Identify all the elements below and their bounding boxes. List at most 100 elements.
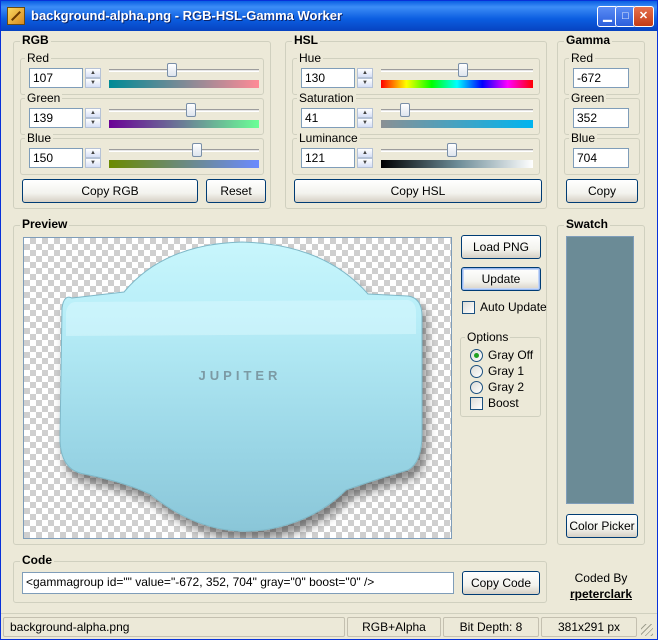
radio-circle[interactable] bbox=[470, 349, 483, 362]
spin-down-icon[interactable]: ▼ bbox=[357, 118, 373, 128]
copy-hsl-button[interactable]: Copy HSL bbox=[294, 179, 542, 203]
luminance-input[interactable]: 121 bbox=[301, 148, 355, 168]
app-window: background-alpha.png - RGB-HSL-Gamma Wor… bbox=[0, 0, 658, 640]
status-bit-depth: Bit Depth: 8 bbox=[443, 617, 539, 637]
saturation-slider[interactable] bbox=[381, 103, 533, 130]
radio-circle[interactable] bbox=[470, 365, 483, 378]
gamma-green-label: Green bbox=[569, 91, 607, 105]
gamma-red-input[interactable]: -672 bbox=[573, 68, 629, 88]
red-slider[interactable] bbox=[109, 63, 259, 90]
green-input[interactable]: 139 bbox=[29, 108, 83, 128]
code-output-field[interactable]: <gammagroup id="" value="-672, 352, 704"… bbox=[22, 572, 454, 594]
green-label: Green bbox=[25, 91, 63, 105]
slider-thumb[interactable] bbox=[400, 103, 411, 117]
copy-code-button[interactable]: Copy Code bbox=[462, 571, 540, 595]
code-group: Code <gammagroup id="" value="-672, 352,… bbox=[13, 553, 547, 603]
saturation-spinner[interactable]: ▲ ▼ bbox=[357, 108, 373, 128]
slider-track bbox=[109, 109, 259, 112]
spin-up-icon[interactable]: ▲ bbox=[357, 108, 373, 118]
luminance-gradient bbox=[381, 160, 533, 168]
radio-circle[interactable] bbox=[470, 381, 483, 394]
hue-box: Hue 130 ▲ ▼ bbox=[292, 51, 540, 95]
reset-button[interactable]: Reset bbox=[206, 179, 266, 203]
copy-rgb-button[interactable]: Copy RGB bbox=[22, 179, 198, 203]
gray-1-label: Gray 1 bbox=[488, 364, 525, 378]
green-slider[interactable] bbox=[109, 103, 259, 130]
window-title: background-alpha.png - RGB-HSL-Gamma Wor… bbox=[31, 8, 343, 23]
gamma-red-box: Red -672 bbox=[564, 51, 640, 95]
load-png-button[interactable]: Load PNG bbox=[461, 235, 541, 259]
update-button[interactable]: Update bbox=[461, 267, 541, 291]
rgb-group: RGB Red 107 ▲ ▼ Green 139 ▲ ▼ Blue 150 ▲… bbox=[13, 33, 271, 209]
rgb-group-title: RGB bbox=[20, 33, 51, 47]
red-input[interactable]: 107 bbox=[29, 68, 83, 88]
red-gradient bbox=[109, 80, 259, 88]
copy-gamma-button[interactable]: Copy bbox=[566, 179, 638, 203]
blue-input[interactable]: 150 bbox=[29, 148, 83, 168]
gamma-group: Gamma Red -672 Green 352 Blue 704 Copy bbox=[557, 33, 645, 209]
saturation-input[interactable]: 41 bbox=[301, 108, 355, 128]
preview-image: JUPITER bbox=[59, 241, 423, 532]
luminance-slider[interactable] bbox=[381, 143, 533, 170]
blue-spinner[interactable]: ▲ ▼ bbox=[85, 148, 101, 168]
spin-up-icon[interactable]: ▲ bbox=[85, 68, 101, 78]
slider-thumb[interactable] bbox=[447, 143, 458, 157]
spin-up-icon[interactable]: ▲ bbox=[85, 108, 101, 118]
slider-thumb[interactable] bbox=[458, 63, 469, 77]
spin-up-icon[interactable]: ▲ bbox=[357, 148, 373, 158]
blue-slider[interactable] bbox=[109, 143, 259, 170]
green-spinner[interactable]: ▲ ▼ bbox=[85, 108, 101, 128]
boost-label: Boost bbox=[488, 396, 519, 410]
code-group-title: Code bbox=[20, 553, 54, 567]
author-link[interactable]: rpeterclark bbox=[557, 587, 645, 601]
options-title: Options bbox=[465, 330, 511, 344]
slider-track bbox=[109, 149, 259, 152]
gamma-green-box: Green 352 bbox=[564, 91, 640, 135]
close-button[interactable]: ✕ bbox=[633, 6, 654, 27]
color-picker-button[interactable]: Color Picker bbox=[566, 514, 638, 538]
slider-track bbox=[109, 69, 259, 72]
title-bar[interactable]: background-alpha.png - RGB-HSL-Gamma Wor… bbox=[1, 1, 657, 31]
credits-label: Coded By bbox=[574, 571, 628, 585]
radio-selected-dot bbox=[474, 353, 479, 358]
spin-down-icon[interactable]: ▼ bbox=[357, 158, 373, 168]
gamma-red-label: Red bbox=[569, 51, 596, 65]
hsl-group: HSL Hue 130 ▲ ▼ Saturation 41 ▲ ▼ Luminanc… bbox=[285, 33, 547, 209]
preview-group-title: Preview bbox=[20, 217, 70, 231]
spin-down-icon[interactable]: ▼ bbox=[85, 78, 101, 88]
checkbox-box[interactable] bbox=[462, 301, 475, 314]
spin-down-icon[interactable]: ▼ bbox=[85, 158, 101, 168]
spin-up-icon[interactable]: ▲ bbox=[357, 68, 373, 78]
luminance-label: Luminance bbox=[297, 131, 360, 145]
slider-thumb[interactable] bbox=[185, 103, 196, 117]
swatch-group-title: Swatch bbox=[564, 217, 611, 231]
logo-text: JUPITER bbox=[199, 368, 282, 383]
blue-label: Blue bbox=[25, 131, 54, 145]
hue-spinner[interactable]: ▲ ▼ bbox=[357, 68, 373, 88]
hue-slider[interactable] bbox=[381, 63, 533, 90]
slider-thumb[interactable] bbox=[166, 63, 177, 77]
status-bar: background-alpha.png RGB+Alpha Bit Depth… bbox=[1, 613, 657, 639]
spin-down-icon[interactable]: ▼ bbox=[357, 78, 373, 88]
checkbox-box[interactable] bbox=[470, 397, 483, 410]
hue-input[interactable]: 130 bbox=[301, 68, 355, 88]
luminance-spinner[interactable]: ▲ ▼ bbox=[357, 148, 373, 168]
image-preview: JUPITER bbox=[23, 237, 452, 539]
resize-grip-icon[interactable] bbox=[641, 624, 653, 636]
red-spinner[interactable]: ▲ ▼ bbox=[85, 68, 101, 88]
saturation-box: Saturation 41 ▲ ▼ bbox=[292, 91, 540, 135]
spin-up-icon[interactable]: ▲ bbox=[85, 148, 101, 158]
green-gradient bbox=[109, 120, 259, 128]
red-channel-box: Red 107 ▲ ▼ bbox=[20, 51, 264, 95]
slider-thumb[interactable] bbox=[192, 143, 203, 157]
gamma-green-input[interactable]: 352 bbox=[573, 108, 629, 128]
maximize-icon: □ bbox=[622, 10, 629, 22]
blue-channel-box: Blue 150 ▲ ▼ bbox=[20, 131, 264, 175]
color-swatch bbox=[566, 236, 634, 504]
gamma-blue-input[interactable]: 704 bbox=[573, 148, 629, 168]
spin-down-icon[interactable]: ▼ bbox=[85, 118, 101, 128]
hue-gradient bbox=[381, 80, 533, 88]
options-group: Options Gray Off Gray 1 Gray 2 Boost bbox=[460, 330, 541, 417]
auto-update-label: Auto Update bbox=[480, 300, 547, 314]
hue-label: Hue bbox=[297, 51, 324, 65]
